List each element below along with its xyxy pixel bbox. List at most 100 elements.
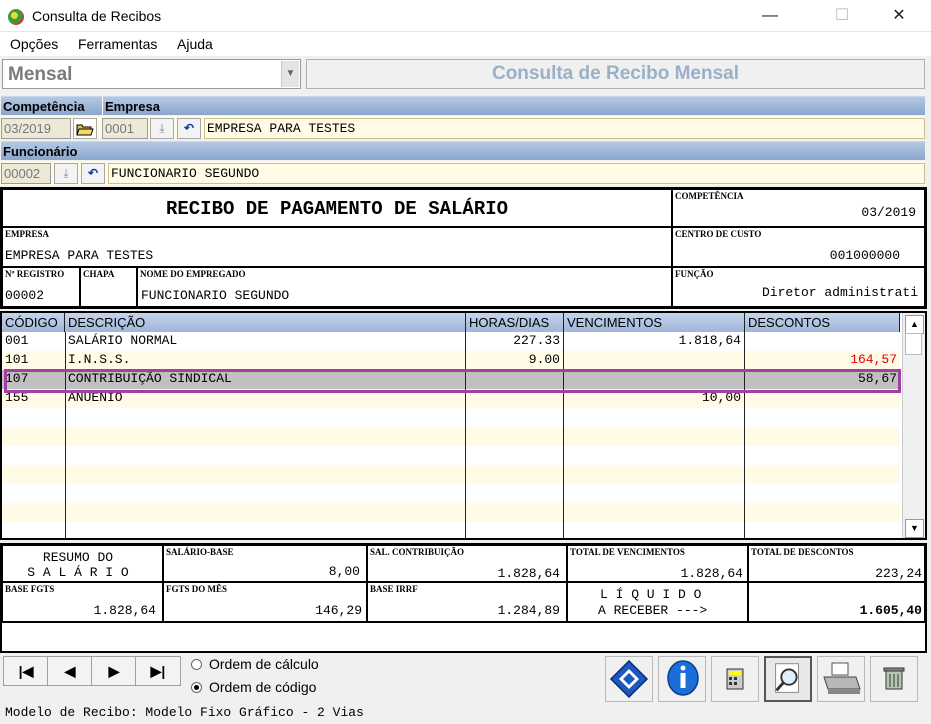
- cell-horas: 227.33: [513, 333, 560, 348]
- next-record-button[interactable]: ▶: [91, 656, 137, 686]
- col-header-descontos[interactable]: DESCONTOS: [745, 313, 900, 332]
- cell-descontos: [744, 332, 900, 351]
- prev-record-button[interactable]: ◀: [47, 656, 93, 686]
- download-icon[interactable]: ⤓: [54, 163, 78, 184]
- app-logo-icon: [8, 9, 24, 25]
- centro-custo-value: 001000000: [829, 248, 900, 263]
- cell-codigo: 101: [5, 352, 29, 367]
- competencia-input[interactable]: 03/2019: [1, 118, 71, 139]
- total-venc-value: 1.828,64: [680, 566, 743, 581]
- trash-icon: [883, 667, 905, 690]
- scroll-thumb[interactable]: [905, 333, 922, 355]
- liquido-line1: L Í Q U I D O: [600, 587, 702, 602]
- maximize-button[interactable]: ☐: [819, 0, 865, 32]
- funcionario-label: Funcionário: [1, 141, 925, 160]
- base-irrf-value: 1.284,89: [497, 603, 560, 618]
- col-header-horas[interactable]: HORAS/DIAS: [466, 313, 564, 332]
- funcao-value: Diretor administrati: [761, 285, 918, 300]
- cell-horas: 9.00: [528, 352, 560, 367]
- items-grid: CÓDIGO DESCRIÇÃO HORAS/DIAS VENCIMENTOS …: [0, 311, 927, 540]
- col-divider: [65, 332, 66, 538]
- funcao-caption: FUNÇÃO: [675, 269, 714, 279]
- mode-select-value: Mensal: [8, 64, 73, 85]
- radio-ordem-codigo[interactable]: [191, 682, 202, 693]
- col-header-codigo[interactable]: CÓDIGO: [2, 313, 65, 332]
- folder-open-icon[interactable]: [73, 118, 97, 139]
- liquido-value: 1.605,40: [859, 603, 922, 618]
- preview-button[interactable]: [764, 656, 812, 702]
- diamond-logo-icon: [609, 659, 649, 699]
- empty-row: [2, 465, 900, 484]
- base-irrf-caption: BASE IRRF: [370, 584, 418, 594]
- col-divider: [465, 332, 466, 538]
- delete-button[interactable]: [870, 656, 918, 702]
- chapa-caption: CHAPA: [83, 269, 115, 279]
- first-record-button[interactable]: |◀: [3, 656, 49, 686]
- mode-select[interactable]: Mensal ▼: [2, 59, 301, 89]
- cell-descricao: I.N.S.S.: [68, 352, 131, 367]
- undo-icon[interactable]: ↶: [81, 163, 105, 184]
- chevron-down-icon[interactable]: ▼: [281, 61, 299, 87]
- ordem-calculo-label[interactable]: Ordem de cálculo: [209, 656, 319, 672]
- empty-row: [2, 522, 900, 538]
- base-fgts-cell: BASE FGTS 1.828,64: [2, 582, 163, 622]
- download-icon[interactable]: ⤓: [150, 118, 174, 139]
- col-header-vencimentos[interactable]: VENCIMENTOS: [564, 313, 745, 332]
- nome-value: FUNCIONARIO SEGUNDO: [141, 288, 290, 303]
- summary-footer: [2, 622, 925, 651]
- empty-row: [2, 503, 900, 522]
- col-divider: [563, 332, 564, 538]
- liquido-label-cell: L Í Q U I D O A RECEBER --->: [567, 582, 748, 622]
- resumo-line2: S A L Á R I O: [27, 565, 129, 580]
- menu-ferramentas[interactable]: Ferramentas: [78, 36, 157, 52]
- empresa-name-field: EMPRESA PARA TESTES: [204, 118, 925, 139]
- sal-contrib-caption: SAL. CONTRIBUIÇÃO: [370, 547, 465, 557]
- close-button[interactable]: ✕: [876, 0, 922, 32]
- window-title: Consulta de Recibos: [32, 8, 162, 24]
- empresa-label: Empresa: [102, 96, 925, 115]
- empresa-value: EMPRESA PARA TESTES: [5, 248, 154, 263]
- empty-row: [2, 427, 900, 446]
- table-row[interactable]: 001 SALÁRIO NORMAL 227.33 1.818,64: [2, 332, 900, 351]
- scroll-down-button[interactable]: ▼: [905, 519, 924, 538]
- last-record-button[interactable]: ▶|: [135, 656, 181, 686]
- menu-opcoes[interactable]: Opções: [10, 36, 58, 52]
- empty-row: [2, 408, 900, 427]
- base-irrf-cell: BASE IRRF 1.284,89: [367, 582, 567, 622]
- undo-icon[interactable]: ↶: [177, 118, 201, 139]
- sal-contrib-cell: SAL. CONTRIBUIÇÃO 1.828,64: [367, 545, 567, 582]
- salario-base-cell: SALÁRIO-BASE 8,00: [163, 545, 367, 582]
- minimize-button[interactable]: —: [747, 0, 793, 32]
- competencia-caption: COMPETÊNCIA: [675, 191, 744, 201]
- table-row[interactable]: 101 I.N.S.S. 9.00 164,57: [2, 351, 900, 370]
- printer-icon: [823, 662, 861, 694]
- cell-descontos: 164,57: [850, 352, 897, 367]
- liquido-value-cell: 1.605,40: [748, 582, 925, 622]
- resumo-line1: RESUMO DO: [42, 550, 114, 565]
- col-header-descricao[interactable]: DESCRIÇÃO: [65, 313, 466, 332]
- vertical-scrollbar[interactable]: ▲ ▼: [902, 313, 925, 538]
- ordem-codigo-label[interactable]: Ordem de código: [209, 679, 316, 695]
- cell-vencimentos: 1.818,64: [678, 333, 741, 348]
- info-button[interactable]: [658, 656, 706, 702]
- empresa-code-input[interactable]: 0001: [102, 118, 148, 139]
- status-bar: Modelo de Recibo: Modelo Fixo Gráfico - …: [5, 705, 364, 720]
- empresa-cell: EMPRESA EMPRESA PARA TESTES: [2, 227, 672, 267]
- registro-cell: Nº REGISTRO 00002: [2, 267, 80, 307]
- emit-button[interactable]: [605, 656, 653, 702]
- menu-ajuda[interactable]: Ajuda: [177, 36, 213, 52]
- funcionario-code-input[interactable]: 00002: [1, 163, 51, 184]
- calculator-button[interactable]: [711, 656, 759, 702]
- mode-title: Consulta de Recibo Mensal: [306, 59, 925, 89]
- competencia-value: 03/2019: [861, 205, 916, 220]
- funcionario-name-field: FUNCIONARIO SEGUNDO: [108, 163, 925, 184]
- magnifier-icon: [775, 663, 799, 693]
- recibo-title: RECIBO DE PAGAMENTO DE SALÁRIO: [165, 198, 509, 220]
- base-fgts-value: 1.828,64: [93, 603, 156, 618]
- fgts-mes-cell: FGTS DO MÊS 146,29: [163, 582, 367, 622]
- total-venc-caption: TOTAL DE VENCIMENTOS: [570, 547, 685, 557]
- print-button[interactable]: [817, 656, 865, 702]
- scroll-up-button[interactable]: ▲: [905, 315, 924, 334]
- total-desc-value: 223,24: [875, 566, 922, 581]
- radio-ordem-calculo[interactable]: [191, 659, 202, 670]
